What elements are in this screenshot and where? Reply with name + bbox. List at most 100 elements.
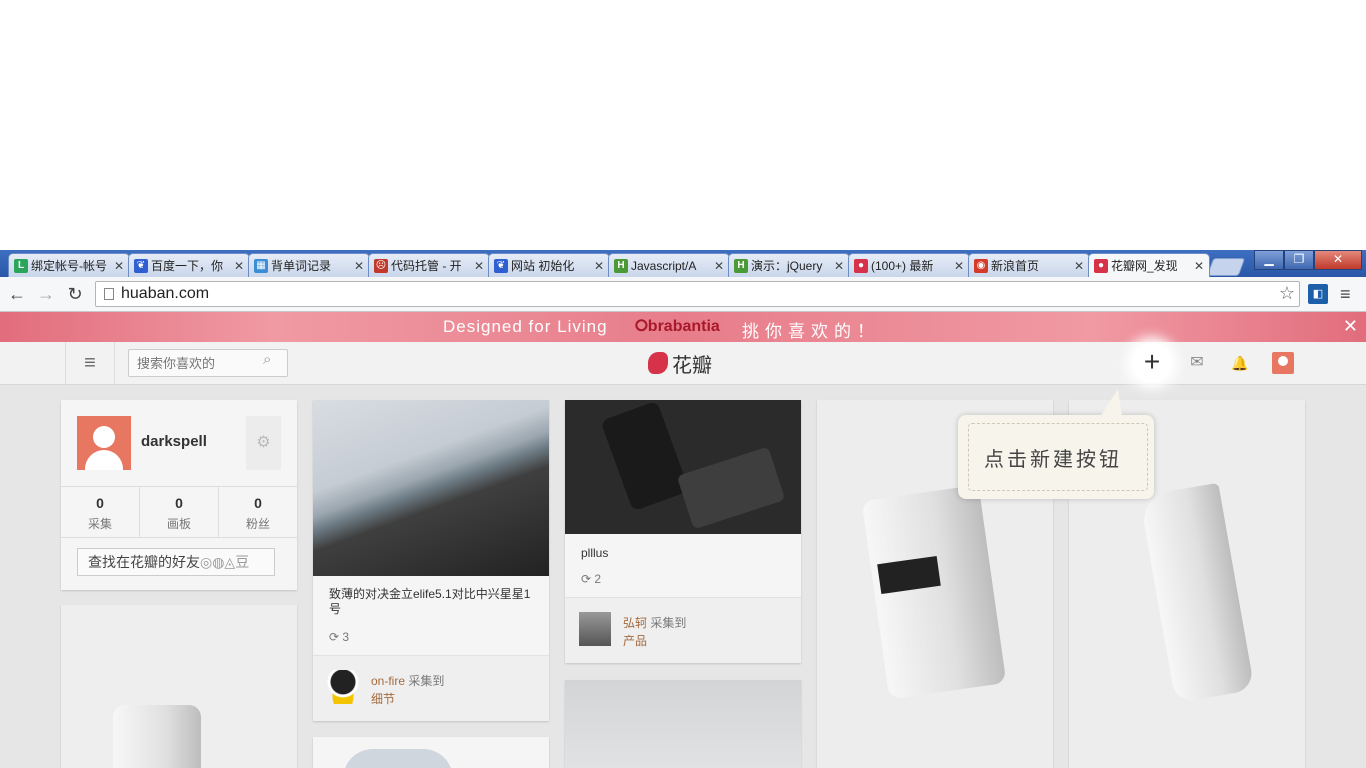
- search-icon[interactable]: ⌕: [263, 351, 271, 368]
- find-friends-button[interactable]: 查找在花瓣的好友◎◍◬豆: [77, 548, 275, 576]
- hard-drive-image: [676, 446, 786, 530]
- forward-button[interactable]: →: [36, 284, 56, 304]
- weibo-icon: ◉: [974, 259, 988, 273]
- tab-site-init[interactable]: ❦ 网站 初始化 ✕: [488, 253, 610, 277]
- pin-card[interactable]: [61, 605, 297, 768]
- pin-card[interactable]: [313, 737, 549, 768]
- grid-icon: ▦: [254, 259, 268, 273]
- tab-strip: L 绑定帐号-帐号 ✕ ❦ 百度一下，你 ✕ ▦ 背单词记录 ✕ ☹ 代码托管 …: [0, 250, 1366, 277]
- stat-label: 采集: [87, 517, 112, 531]
- pin-card[interactable]: [565, 680, 801, 768]
- pin-board[interactable]: 产品: [623, 632, 647, 649]
- h-icon: H: [734, 259, 748, 273]
- stat-number: 0: [254, 495, 262, 511]
- baidu-icon: ❦: [134, 259, 148, 273]
- repin-icon: ⟳: [329, 630, 340, 644]
- user-avatar[interactable]: [1272, 352, 1294, 374]
- close-icon[interactable]: ✕: [1194, 254, 1204, 277]
- star-icon[interactable]: ☆: [1279, 283, 1295, 304]
- stat-pins[interactable]: 0 采集: [61, 487, 140, 537]
- back-button[interactable]: ←: [7, 284, 27, 304]
- close-icon[interactable]: ✕: [714, 254, 724, 277]
- reload-button[interactable]: ↻: [65, 284, 85, 304]
- h-icon: H: [614, 259, 628, 273]
- new-pin-tooltip: 点击新建按钮: [958, 389, 1154, 499]
- maximize-button[interactable]: ❐: [1284, 250, 1314, 270]
- power-bank-image: [600, 400, 690, 512]
- pin-image[interactable]: [565, 400, 801, 534]
- tab-sina[interactable]: ◉ 新浪首页 ✕: [968, 253, 1090, 277]
- tab-label: (100+) 最新: [871, 259, 934, 273]
- tab-code-hosting[interactable]: ☹ 代码托管 - 开 ✕: [368, 253, 490, 277]
- close-icon[interactable]: ✕: [1074, 254, 1084, 277]
- blank-area: [0, 0, 1366, 250]
- window-controls: ▁ ❐ ✕: [1254, 250, 1362, 270]
- tab-baidu[interactable]: ❦ 百度一下，你 ✕: [128, 253, 250, 277]
- gear-icon[interactable]: ⚙: [246, 416, 281, 470]
- close-icon[interactable]: ✕: [354, 254, 364, 277]
- tab-word-record[interactable]: ▦ 背单词记录 ✕: [248, 253, 370, 277]
- pin-board[interactable]: 细节: [371, 690, 395, 707]
- repin-count: ⟳ 3: [329, 630, 349, 644]
- brabantia-logo: ⭘brabantia: [635, 318, 720, 335]
- banner-tagline: Designed for Living: [443, 317, 608, 336]
- tab-label: 新浪首页: [991, 259, 1040, 273]
- product-image: [113, 705, 201, 768]
- address-bar[interactable]: huaban.com ☆: [95, 281, 1300, 307]
- tab-jquery-demo[interactable]: H 演示：jQuery ✕: [728, 253, 850, 277]
- minimize-button[interactable]: ▁: [1254, 250, 1284, 270]
- pin-card[interactable]: plllus ⟳ 2 弘轲 采集到 产品: [565, 400, 801, 663]
- profile-username[interactable]: darkspell: [141, 433, 207, 450]
- stat-label: 粉丝: [245, 517, 270, 531]
- tab-bind-account[interactable]: L 绑定帐号-帐号 ✕: [8, 253, 130, 277]
- tooltip-text: 点击新建按钮: [984, 447, 1122, 471]
- avatar[interactable]: [77, 416, 131, 470]
- add-button[interactable]: +: [1132, 343, 1172, 383]
- huaban-icon: ●: [1094, 259, 1108, 273]
- stat-followers[interactable]: 0 粉丝: [219, 487, 297, 537]
- tab-label: 代码托管 - 开: [391, 259, 462, 273]
- extension-icon[interactable]: ◧: [1308, 284, 1328, 304]
- close-icon[interactable]: ✕: [474, 254, 484, 277]
- mail-icon[interactable]: ✉: [1177, 342, 1217, 384]
- bell-icon[interactable]: 🔔: [1220, 342, 1260, 384]
- tab-label: 演示：jQuery: [751, 259, 823, 273]
- tab-latest[interactable]: ● (100+) 最新 ✕: [848, 253, 970, 277]
- huaban-logo[interactable]: 花瓣: [648, 350, 712, 377]
- huaban-icon: ●: [854, 259, 868, 273]
- tab-javascript[interactable]: H Javascript/A ✕: [608, 253, 730, 277]
- close-icon[interactable]: ✕: [234, 254, 244, 277]
- close-icon[interactable]: ✕: [834, 254, 844, 277]
- logo-text: 花瓣: [672, 354, 712, 377]
- stat-number: 0: [175, 495, 183, 511]
- pin-image: [343, 749, 453, 768]
- banner-slogan: 挑你喜欢的！: [742, 322, 880, 341]
- tab-huaban-active[interactable]: ● 花瓣网_发现 ✕: [1088, 253, 1210, 277]
- chrome-menu-icon[interactable]: ≡: [1340, 284, 1351, 304]
- pin-card[interactable]: 致薄的对决金立elife5.1对比中兴星星1号 ⟳ 3 on-fire 采集到 …: [313, 400, 549, 721]
- ad-banner[interactable]: Designed for Living ⭘brabantia 挑你喜欢的！ ✕: [0, 312, 1366, 342]
- avatar[interactable]: [327, 670, 359, 704]
- pin-title[interactable]: 致薄的对决金立elife5.1对比中兴星星1号: [329, 587, 537, 617]
- pin-title[interactable]: plllus: [581, 546, 608, 561]
- close-icon[interactable]: ✕: [1343, 316, 1358, 337]
- repin-number: 3: [342, 630, 350, 644]
- tab-label: 绑定帐号-帐号: [31, 259, 107, 273]
- browser-toolbar: ← → ↻ huaban.com ☆ ◧ ≡: [0, 277, 1366, 312]
- petal-icon: [648, 352, 668, 374]
- tab-label: 背单词记录: [271, 259, 332, 273]
- pin-user[interactable]: on-fire 采集到: [371, 672, 444, 689]
- url-text[interactable]: huaban.com: [121, 282, 209, 306]
- close-icon[interactable]: ✕: [594, 254, 604, 277]
- pin-image[interactable]: [313, 400, 549, 576]
- avatar[interactable]: [579, 612, 611, 646]
- tab-favicon: L: [14, 259, 28, 273]
- air-purifier-side-image: [1139, 482, 1255, 704]
- pin-user[interactable]: 弘轲 采集到: [623, 614, 686, 631]
- close-window-button[interactable]: ✕: [1314, 250, 1362, 270]
- close-icon[interactable]: ✕: [114, 254, 124, 277]
- menu-icon[interactable]: ≡: [65, 342, 115, 384]
- close-icon[interactable]: ✕: [954, 254, 964, 277]
- stat-boards[interactable]: 0 画板: [140, 487, 219, 537]
- new-tab-button[interactable]: [1206, 258, 1246, 276]
